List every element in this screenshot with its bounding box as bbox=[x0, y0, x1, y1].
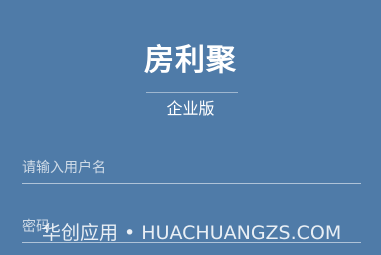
password-input[interactable] bbox=[22, 212, 361, 242]
username-input[interactable] bbox=[22, 153, 361, 183]
username-field[interactable] bbox=[22, 153, 361, 184]
brand-logo: 房利聚 bbox=[144, 43, 237, 78]
logo-divider bbox=[146, 92, 238, 93]
edition-label: 企业版 bbox=[166, 99, 215, 118]
password-field[interactable] bbox=[22, 212, 361, 243]
